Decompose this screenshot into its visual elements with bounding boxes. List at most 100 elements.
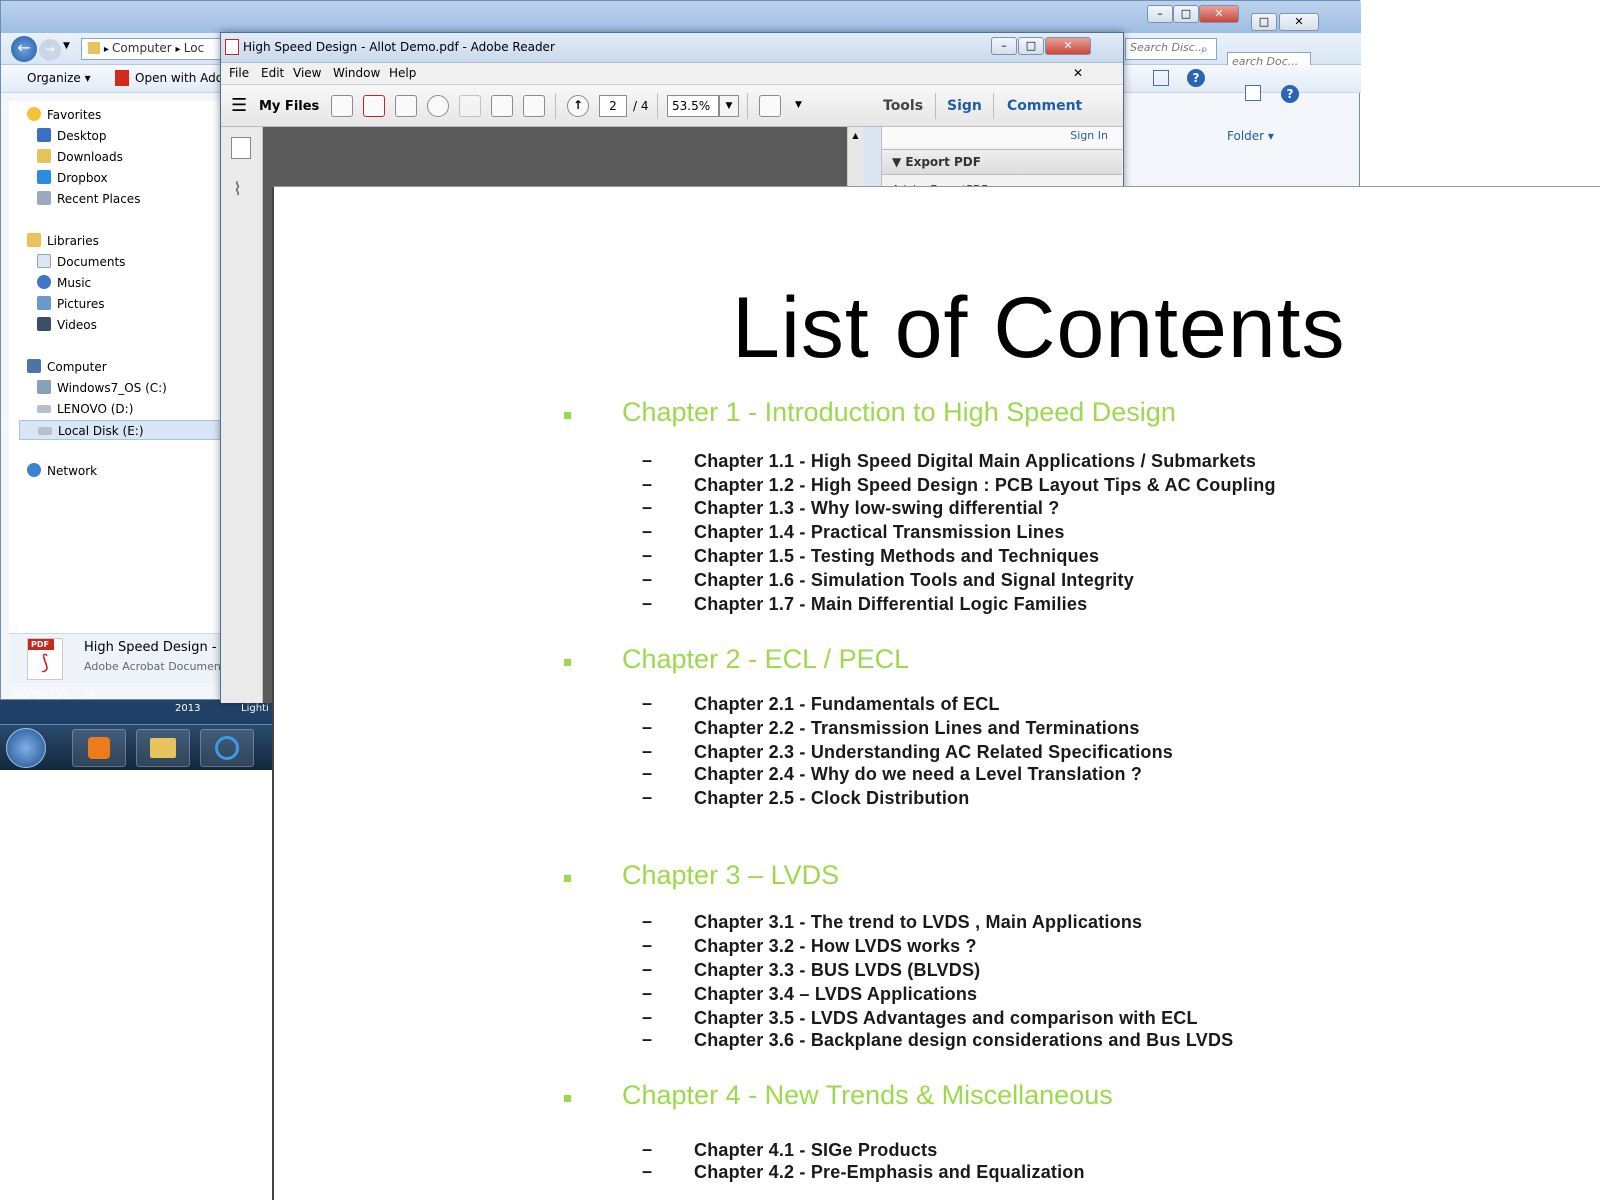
dash: – <box>642 1029 653 1049</box>
preview-pane-icon-2[interactable] <box>1245 85 1261 101</box>
thumbnail-label: DSC00225 <box>11 689 70 702</box>
nav-recent-places[interactable]: Recent Places <box>37 189 140 209</box>
page-number-input[interactable]: 2 <box>599 95 627 117</box>
print-icon[interactable] <box>491 95 513 117</box>
toc-item-3-1: Chapter 3.1 - The trend to LVDS , Main A… <box>694 912 1143 932</box>
page-total: / 4 <box>633 99 649 113</box>
explorer2-close-button[interactable]: ✕ <box>1279 13 1319 31</box>
nav-dropbox[interactable]: Dropbox <box>37 168 108 188</box>
details-pane: PDF ⟆ High Speed Design - Al Adobe Acrob… <box>9 633 233 683</box>
nav-favorites[interactable]: Favorites <box>27 105 101 125</box>
help-icon[interactable]: ? <box>1187 69 1205 87</box>
nav-downloads[interactable]: Downloads <box>37 147 123 167</box>
menu-view[interactable]: View <box>293 66 321 80</box>
dash: – <box>642 521 653 541</box>
explorer-minimize-button[interactable]: – <box>1147 5 1173 23</box>
menu-file[interactable]: File <box>229 66 249 80</box>
fit-page-icon[interactable] <box>759 95 781 117</box>
forward-arrow-icon[interactable]: → <box>39 39 61 61</box>
nav-pictures[interactable]: Pictures <box>37 294 105 314</box>
dash: – <box>642 593 653 613</box>
help-icon-2[interactable]: ? <box>1281 85 1299 103</box>
create-pdf-icon[interactable] <box>331 95 353 117</box>
back-arrow-icon[interactable]: ← <box>11 36 37 62</box>
email-icon[interactable] <box>523 95 545 117</box>
close-document-icon[interactable]: ✕ <box>1073 66 1083 80</box>
acrobat-icon <box>115 70 129 86</box>
explorer-close-button[interactable]: ✕ <box>1199 5 1239 23</box>
reader-titlebar: High Speed Design - Allot Demo.pdf - Ado… <box>221 33 1123 63</box>
sign-in-link[interactable]: Sign In <box>882 127 1122 147</box>
nav-drive-c[interactable]: Windows7_OS (C:) <box>37 378 167 398</box>
organize-button[interactable]: Organize ▾ <box>27 71 91 85</box>
tools-tab[interactable]: Tools <box>883 98 923 114</box>
nav-videos[interactable]: Videos <box>37 315 97 335</box>
media-player-icon[interactable] <box>72 729 126 767</box>
attachments-paperclip-icon[interactable]: ⌇ <box>233 179 242 200</box>
zoom-dropdown-icon[interactable]: ▼ <box>719 95 739 117</box>
toolbar-separator-2 <box>657 93 658 119</box>
toc-item-1-1: Chapter 1.1 - High Speed Digital Main Ap… <box>694 451 1257 471</box>
nav-documents[interactable]: Documents <box>37 252 125 272</box>
breadcrumb[interactable]: ▸ Computer ▸ Loc <box>81 38 221 60</box>
toc-item-4-2: Chapter 4.2 - Pre-Emphasis and Equalizat… <box>694 1162 1085 1182</box>
zoom-input[interactable]: 53.5% <box>667 95 719 117</box>
internet-explorer-icon[interactable] <box>200 729 254 767</box>
edit-pdf-icon[interactable] <box>395 95 417 117</box>
nav-desktop[interactable]: Desktop <box>37 126 107 146</box>
explorer2-minimize-button[interactable]: □ <box>1251 13 1277 31</box>
downloads-icon <box>37 149 51 163</box>
breadcrumb-local[interactable]: Loc <box>184 41 204 55</box>
toc-item-2-5: Chapter 2.5 - Clock Distribution <box>694 788 970 808</box>
comment-tab[interactable]: Comment <box>1007 98 1082 114</box>
reader-window-title: High Speed Design - Allot Demo.pdf - Ado… <box>243 40 555 54</box>
preview-pane-icon[interactable] <box>1153 70 1169 86</box>
dash: – <box>642 545 653 565</box>
reader-app-icon <box>225 39 239 55</box>
page-thumbnails-icon[interactable] <box>231 137 251 159</box>
nav-libraries[interactable]: Libraries <box>27 231 99 251</box>
nav-drive-d[interactable]: LENOVO (D:) <box>37 399 133 419</box>
nav-drive-e[interactable]: Local Disk (E:) <box>19 420 229 440</box>
toolbar-separator <box>555 93 556 119</box>
start-button[interactable] <box>6 728 46 768</box>
nav-music[interactable]: Music <box>37 273 91 293</box>
computer-icon <box>27 359 41 373</box>
toc-item-2-3: Chapter 2.3 - Understanding AC Related S… <box>694 742 1174 762</box>
history-dropdown-icon[interactable]: ▼ <box>63 41 70 51</box>
open-with-button[interactable]: Open with Ado <box>135 71 223 85</box>
search-icon[interactable]: ⌕ <box>1201 42 1208 57</box>
toolbar-overflow-icon[interactable]: ▼ <box>795 100 802 110</box>
menu-edit[interactable]: Edit <box>261 66 284 80</box>
dash: – <box>642 474 653 494</box>
save-icon[interactable] <box>459 95 481 117</box>
toc-item-1-4: Chapter 1.4 - Practical Transmission Lin… <box>694 522 1065 542</box>
explorer-maximize-button[interactable]: □ <box>1173 5 1199 23</box>
reader-minimize-button[interactable]: – <box>991 37 1017 55</box>
nav-computer[interactable]: Computer <box>27 357 107 377</box>
reader-maximize-button[interactable]: □ <box>1018 37 1044 55</box>
toc-item-2-4: Chapter 2.4 - Why do we need a Level Tra… <box>694 764 1143 784</box>
chapter-1-title: Chapter 1 - Introduction to High Speed D… <box>622 397 1176 427</box>
desktop-icon <box>37 128 51 142</box>
file-explorer-icon[interactable] <box>136 729 190 767</box>
folder-arrange-link[interactable]: Folder ▾ <box>1227 129 1274 143</box>
menu-help[interactable]: Help <box>389 66 416 80</box>
bullet-chapter-1 <box>564 412 571 419</box>
sign-tab[interactable]: Sign <box>947 98 982 114</box>
export-pdf-panel-header[interactable]: ▼ Export PDF <box>882 149 1122 175</box>
music-icon <box>37 275 51 289</box>
dash: – <box>642 763 653 783</box>
toc-item-2-1: Chapter 2.1 - Fundamentals of ECL <box>694 694 1000 714</box>
cloud-upload-icon[interactable] <box>427 95 449 117</box>
my-files-button[interactable]: My Files <box>259 99 319 114</box>
hamburger-menu-icon[interactable]: ☰ <box>231 97 247 115</box>
breadcrumb-computer[interactable]: Computer <box>112 41 172 55</box>
dash: – <box>642 911 653 931</box>
previous-page-icon[interactable]: ↑ <box>567 95 589 117</box>
menu-window[interactable]: Window <box>333 66 380 80</box>
nav-network[interactable]: Network <box>27 461 97 481</box>
reader-close-button[interactable]: ✕ <box>1045 37 1091 55</box>
dash: – <box>642 983 653 1003</box>
acrobat-pdf-icon[interactable] <box>363 95 385 117</box>
